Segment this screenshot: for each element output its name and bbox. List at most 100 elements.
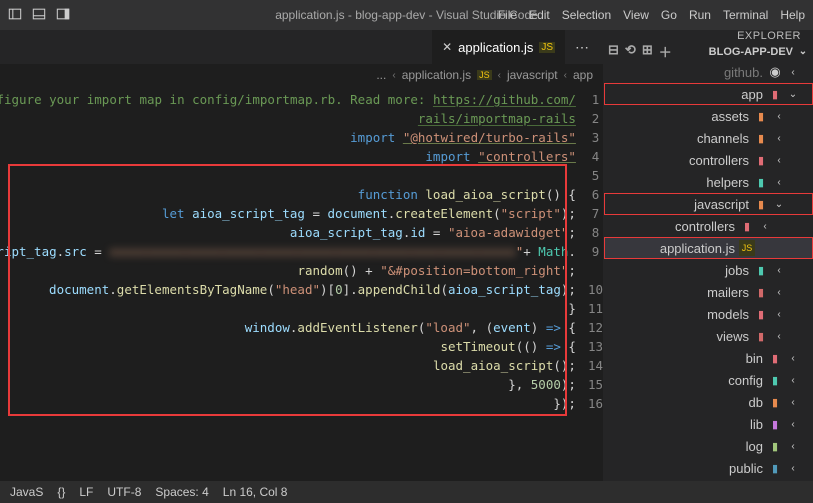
tree-item-db[interactable]: ›▮db — [604, 391, 813, 413]
folder-icon: ▮ — [753, 306, 769, 322]
menu-view[interactable]: View — [623, 8, 649, 22]
chevron-icon: › — [787, 375, 799, 386]
tree-item-label: app — [741, 87, 763, 102]
folder-icon: ▮ — [753, 328, 769, 344]
tree-item-views[interactable]: › ▮ views — [604, 325, 813, 347]
tab-bar: ⋯ JS application.js ✕ — [0, 30, 603, 64]
menu-selection[interactable]: Selection — [562, 8, 611, 22]
tree-item-spec[interactable]: ›▮spec — [604, 479, 813, 481]
folder-icon: ▮ — [753, 196, 769, 212]
folder-icon: ▮ — [753, 130, 769, 146]
refresh-icon[interactable]: ⟲ — [625, 42, 636, 61]
chevron-icon: › — [773, 155, 785, 166]
folder-icon: ▮ — [767, 350, 783, 366]
chevron-icon: › — [787, 441, 799, 452]
new-folder-icon[interactable]: ⊞ — [642, 42, 653, 61]
status-cursor[interactable]: Ln 16, Col 8 — [223, 485, 288, 499]
folder-icon: ▮ — [753, 174, 769, 190]
folder-icon: ▮ — [767, 394, 783, 410]
tree-item-public[interactable]: ›▮public — [604, 457, 813, 479]
chevron-icon: › — [773, 331, 785, 342]
chevron-icon: › — [773, 177, 785, 188]
folder-icon: ▮ — [767, 460, 783, 476]
tree-item-log[interactable]: ›▮log — [604, 435, 813, 457]
chevron-down-icon: ⌄ — [797, 46, 809, 57]
tree-item-bin[interactable]: › ▮ bin — [604, 347, 813, 369]
github-icon: ◉ — [767, 64, 783, 80]
tree-item-label: mailers — [707, 285, 749, 300]
javascript-file-icon: JS — [539, 42, 555, 53]
tree-item-lib[interactable]: ›▮lib — [604, 413, 813, 435]
tree-item-label: javascript — [694, 197, 749, 212]
tree-item-app[interactable]: ⌄▮app — [604, 83, 813, 105]
line-gutter: 12345678910111213141516 — [588, 90, 603, 481]
new-file-icon[interactable]: ＋ — [659, 42, 672, 61]
tab-overflow-icon[interactable]: ⋯ — [565, 39, 599, 56]
tree-item-assets[interactable]: › ▮ assets — [604, 105, 813, 127]
tree-item-controllers[interactable]: ›▮controllers — [604, 149, 813, 171]
folder-icon: ▮ — [753, 152, 769, 168]
folder-icon: ▮ — [767, 416, 783, 432]
tree-item-label: jobs — [725, 263, 749, 278]
tree-item-models[interactable]: ›▮models — [604, 303, 813, 325]
collapse-all-icon[interactable]: ⊟ — [608, 42, 619, 61]
tree-item-label: channels — [697, 131, 749, 146]
status-brackets[interactable]: {} — [57, 485, 65, 499]
folder-icon: ▮ — [753, 108, 769, 124]
folder-icon: ▮ — [767, 372, 783, 388]
tree-item-javascript[interactable]: ⌄ ▮ javascript — [604, 193, 813, 215]
tree-item-label: .github — [724, 65, 763, 80]
tree-item-channels[interactable]: › ▮ channels — [604, 127, 813, 149]
chevron-icon: › — [773, 265, 785, 276]
tree-item-label: bin — [746, 351, 763, 366]
explorer-sidebar: EXPLORER ⌄ BLOG-APP-DEV ＋ ⊞ ⟲ ⊟ › ◉ .githu… — [603, 30, 813, 481]
layout-panel-bottom-icon[interactable] — [32, 7, 46, 24]
menu-help[interactable]: Help — [780, 8, 805, 22]
tree-item-label: config — [728, 373, 763, 388]
tab-application-js[interactable]: JS application.js ✕ — [432, 30, 565, 64]
folder-icon: ▮ — [767, 438, 783, 454]
chevron-icon: › — [787, 397, 799, 408]
tree-item-mailers[interactable]: ›▮mailers — [604, 281, 813, 303]
tree-item-controllers[interactable]: ›▮controllers — [604, 215, 813, 237]
project-header[interactable]: ⌄ BLOG-APP-DEV ＋ ⊞ ⟲ ⊟ — [604, 42, 813, 61]
status-encoding[interactable]: UTF-8 — [107, 485, 141, 499]
folder-icon: ▮ — [753, 262, 769, 278]
close-icon[interactable]: ✕ — [442, 40, 452, 54]
status-spaces[interactable]: Spaces: 4 — [155, 485, 208, 499]
chevron-icon: ⌄ — [773, 199, 785, 210]
menu-go[interactable]: Go — [661, 8, 677, 22]
tree-item-label: views — [716, 329, 749, 344]
layout-panel-left-icon[interactable] — [8, 7, 22, 24]
explorer-header: EXPLORER — [604, 30, 813, 42]
chevron-icon: ⌄ — [787, 89, 799, 100]
chevron-icon: › — [773, 111, 785, 122]
tree-item-application-js[interactable]: JS application.js — [604, 237, 813, 259]
status-eol[interactable]: LF — [79, 485, 93, 499]
tab-label: application.js — [458, 40, 533, 55]
chevron-icon: › — [773, 133, 785, 144]
tree-item-label: helpers — [706, 175, 749, 190]
tree-item-label: application.js — [660, 241, 735, 256]
status-bar: JavaS {} LF UTF-8 Spaces: 4 Ln 16, Col 8 — [0, 481, 813, 503]
breadcrumbs[interactable]: app› javascript› JS application.js› ... — [0, 64, 603, 86]
title-bar: File Edit Selection View Go Run Terminal… — [0, 0, 813, 30]
tree-item-helpers[interactable]: › ▮ helpers — [604, 171, 813, 193]
tree-item-jobs[interactable]: › ▮ jobs — [604, 259, 813, 281]
menu-bar: File Edit Selection View Go Run Terminal… — [498, 8, 805, 22]
menu-terminal[interactable]: Terminal — [723, 8, 768, 22]
layout-panel-right-icon[interactable] — [56, 7, 70, 24]
chevron-icon: › — [787, 67, 799, 78]
chevron-icon: › — [787, 419, 799, 430]
chevron-icon: › — [787, 353, 799, 364]
tree-item-config[interactable]: › ▮ config — [604, 369, 813, 391]
folder-icon: ▮ — [753, 284, 769, 300]
tree-item-label: models — [707, 307, 749, 322]
menu-run[interactable]: Run — [689, 8, 711, 22]
tree-item--github[interactable]: › ◉ .github — [604, 61, 813, 83]
tree-item-label: assets — [711, 109, 749, 124]
chevron-icon: › — [759, 221, 771, 232]
javascript-file-icon: JS — [739, 240, 755, 256]
status-lang[interactable]: JavaS — [10, 485, 43, 499]
code-editor[interactable]: 12345678910111213141516 // Configure you… — [0, 86, 603, 481]
